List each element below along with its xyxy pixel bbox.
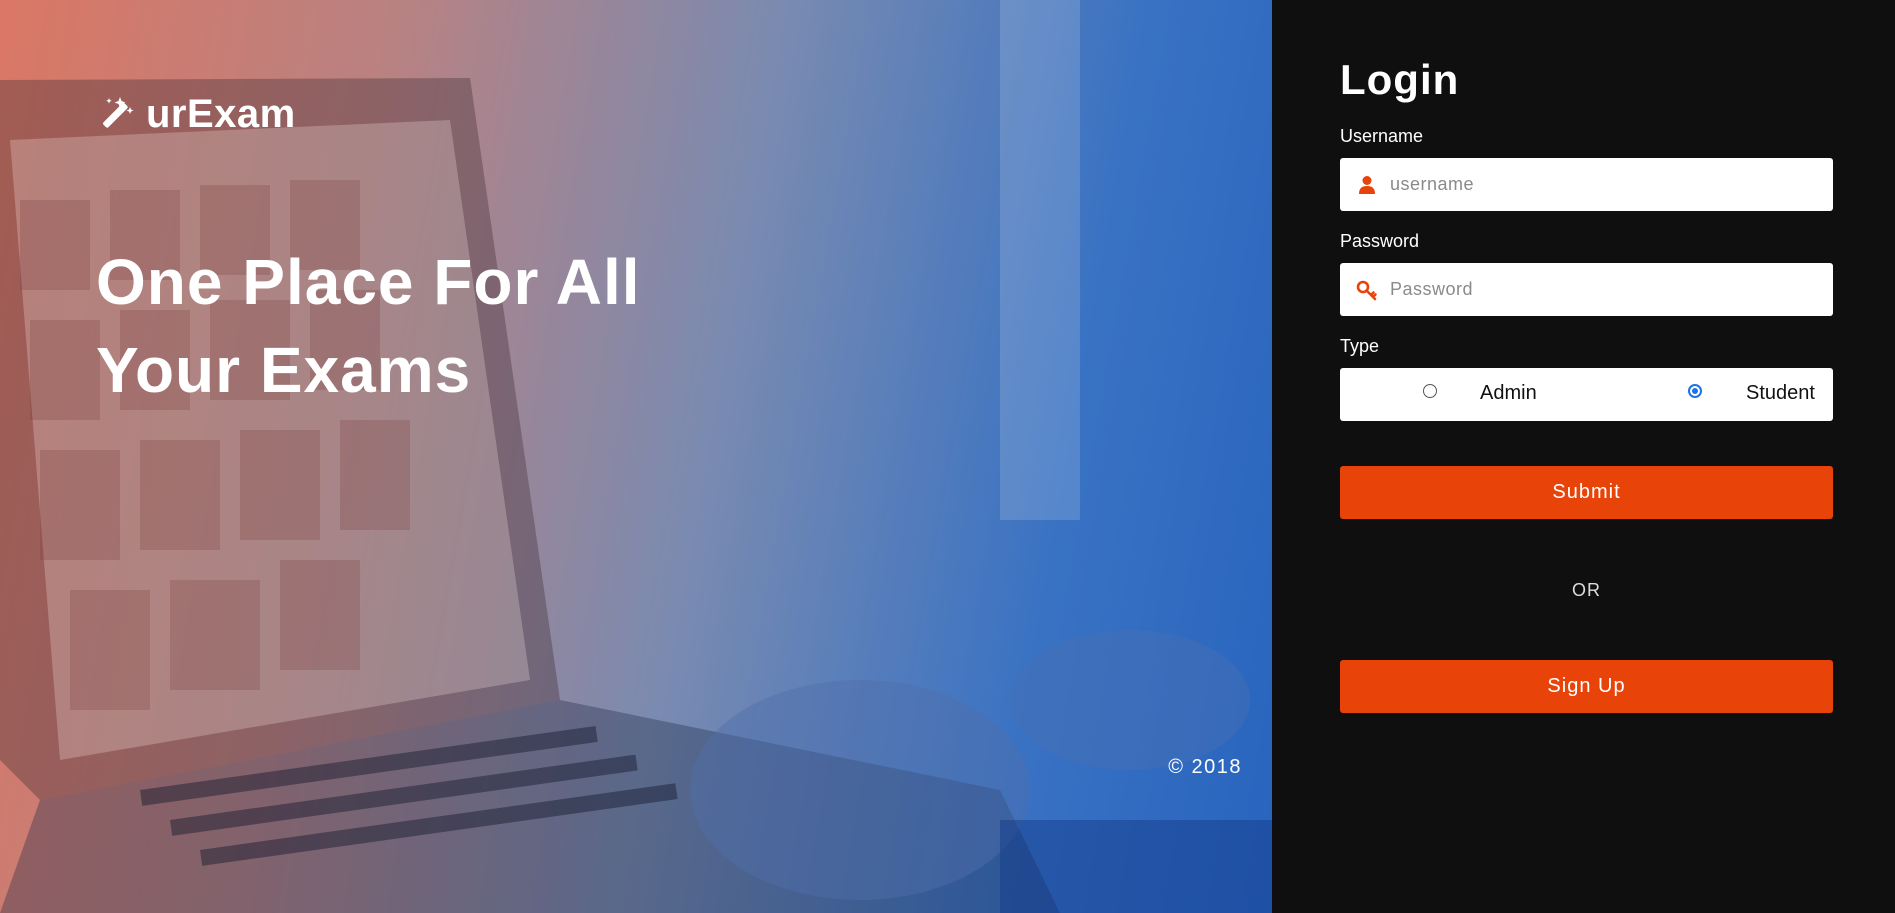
- account-type-selector: Admin Student: [1340, 368, 1833, 421]
- copyright-text: © 2018: [1168, 756, 1242, 778]
- headline-line-1: One Place For All: [96, 246, 641, 318]
- type-label: Type: [1340, 336, 1380, 356]
- or-divider: OR: [1572, 580, 1601, 600]
- brand-name: urExam: [146, 92, 296, 136]
- brand-logo[interactable]: urExam: [96, 92, 296, 137]
- submit-button[interactable]: Submit: [1340, 466, 1833, 519]
- login-panel: Login Username Password Type Admin Stude…: [1272, 0, 1895, 913]
- headline-line-2: Your Exams: [96, 334, 472, 406]
- username-label: Username: [1340, 126, 1424, 146]
- hero-section: urExam One Place For All Your Exams © 20…: [0, 0, 1272, 913]
- hero-headline: One Place For All Your Exams: [96, 238, 736, 414]
- login-title: Login: [1340, 56, 1460, 103]
- username-field[interactable]: [1340, 157, 1833, 212]
- password-label: Password: [1340, 231, 1420, 251]
- student-radio[interactable]: [1688, 384, 1702, 398]
- password-input[interactable]: [1388, 262, 1833, 317]
- login-page: urExam One Place For All Your Exams © 20…: [0, 0, 1895, 913]
- password-field[interactable]: [1340, 262, 1833, 317]
- admin-radio[interactable]: [1423, 384, 1437, 398]
- username-input[interactable]: [1388, 157, 1833, 212]
- user-icon: [1359, 175, 1375, 194]
- admin-radio-label[interactable]: Admin: [1480, 382, 1537, 405]
- magic-wand-icon: [103, 96, 134, 128]
- student-radio-label[interactable]: Student: [1746, 382, 1815, 405]
- sign-up-button[interactable]: Sign Up: [1340, 660, 1833, 713]
- key-icon: [1356, 280, 1377, 300]
